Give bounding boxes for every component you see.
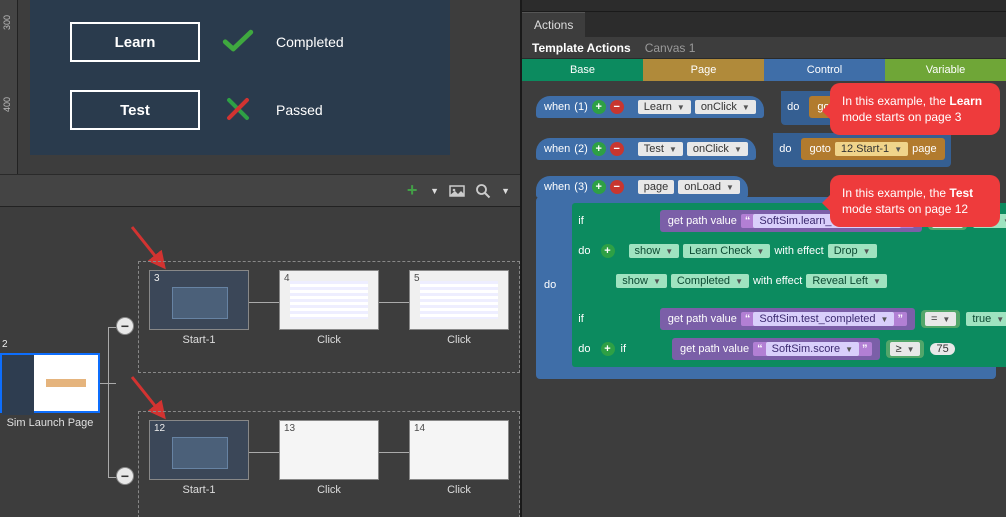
cat-variable[interactable]: Variable bbox=[885, 59, 1006, 81]
completed-label: Completed bbox=[276, 34, 344, 50]
remove-condition-icon[interactable]: − bbox=[610, 142, 624, 156]
page-thumb[interactable]: 14 Click bbox=[409, 420, 509, 496]
remove-condition-icon[interactable]: − bbox=[610, 180, 624, 194]
control-dropdown[interactable]: Learn▼ bbox=[638, 100, 691, 114]
event-dropdown[interactable]: onClick▼ bbox=[695, 100, 756, 114]
actions-subtabs: Template Actions Canvas 1 bbox=[522, 37, 1006, 59]
image-tool-icon[interactable] bbox=[449, 183, 465, 199]
subtab-template-actions[interactable]: Template Actions bbox=[532, 41, 631, 55]
test-button[interactable]: Test bbox=[70, 90, 200, 130]
canvas-toolstrip: + ▼ ▼ bbox=[0, 174, 520, 207]
get-path-value-block[interactable]: get path value “SoftSim.score▼” bbox=[672, 338, 880, 360]
page-number: 2 bbox=[2, 339, 8, 350]
cat-page[interactable]: Page bbox=[643, 59, 764, 81]
event-dropdown[interactable]: onLoad▼ bbox=[678, 180, 740, 194]
target-dropdown[interactable]: Learn Check▼ bbox=[683, 244, 770, 258]
page-label: Click bbox=[317, 484, 341, 496]
add-condition-icon[interactable]: + bbox=[592, 100, 606, 114]
page-label: Start-1 bbox=[182, 484, 215, 496]
annotation-callout: In this example, the Learn mode starts o… bbox=[830, 83, 1000, 135]
page-dropdown[interactable]: 12.Start-1▼ bbox=[835, 142, 908, 156]
canvas-preview-area: 300 400 Learn Completed Test bbox=[0, 0, 520, 174]
show-block[interactable]: show▼ Completed▼ with effect Reveal Left… bbox=[608, 270, 895, 292]
page-label: Click bbox=[447, 334, 471, 346]
effect-dropdown[interactable]: Reveal Left▼ bbox=[806, 274, 887, 288]
vertical-ruler: 300 400 bbox=[0, 0, 18, 174]
cat-control[interactable]: Control bbox=[764, 59, 885, 81]
branch-group: 3 Start-1 4 Click 5 Click bbox=[138, 261, 520, 373]
subtab-canvas1[interactable]: Canvas 1 bbox=[645, 41, 696, 55]
sim-launch-page-thumb[interactable]: 2 Sim Launch Page bbox=[0, 353, 100, 429]
target-dropdown[interactable]: page bbox=[638, 180, 674, 194]
page-thumb[interactable]: 13 Click bbox=[279, 420, 379, 496]
collapse-branch-icon[interactable]: − bbox=[116, 317, 134, 335]
value-dropdown[interactable]: true▼ bbox=[966, 312, 1006, 326]
annotation-callout: In this example, the Test mode starts on… bbox=[830, 175, 1000, 227]
chevron-down-icon[interactable]: ▼ bbox=[501, 186, 510, 196]
add-icon[interactable]: + bbox=[601, 342, 615, 356]
add-condition-icon[interactable]: + bbox=[592, 180, 606, 194]
gte-operator[interactable]: ≥▼ bbox=[886, 340, 925, 358]
when-block[interactable]: when (2) + − Test▼ onClick▼ do goto 12.S… bbox=[536, 133, 996, 167]
show-block[interactable]: show▼ Learn Check▼ with effect Drop▼ bbox=[621, 240, 885, 262]
storyboard-area: 2 Sim Launch Page − − bbox=[0, 207, 520, 517]
cat-base[interactable]: Base bbox=[522, 59, 643, 81]
collapse-branch-icon[interactable]: − bbox=[116, 467, 134, 485]
page-thumb[interactable]: 4 Click bbox=[279, 270, 379, 346]
branch-group: 12 Start-1 13 Click 14 Click bbox=[138, 411, 520, 517]
effect-dropdown[interactable]: Drop▼ bbox=[828, 244, 877, 258]
chevron-down-icon[interactable]: ▼ bbox=[430, 186, 439, 196]
checkmark-icon bbox=[222, 28, 254, 57]
page-thumb[interactable]: 3 Start-1 bbox=[149, 270, 249, 346]
goto-block[interactable]: goto 12.Start-1▼ page bbox=[801, 138, 944, 160]
add-condition-icon[interactable]: + bbox=[592, 142, 606, 156]
tab-actions[interactable]: Actions bbox=[522, 12, 585, 37]
page-label: Click bbox=[317, 334, 341, 346]
blocks-workspace[interactable]: In this example, the Learn mode starts o… bbox=[522, 81, 1006, 517]
page-thumb[interactable]: 12 Start-1 bbox=[149, 420, 249, 496]
zoom-icon[interactable] bbox=[475, 183, 491, 199]
page-thumb[interactable]: 5 Click bbox=[409, 270, 509, 346]
panel-tabs: Actions bbox=[522, 12, 1006, 37]
remove-condition-icon[interactable]: − bbox=[610, 100, 624, 114]
add-icon[interactable]: + bbox=[601, 244, 615, 258]
ruler-tick: 300 bbox=[2, 15, 12, 30]
x-icon bbox=[222, 96, 254, 125]
event-dropdown[interactable]: onClick▼ bbox=[687, 142, 748, 156]
control-dropdown[interactable]: Test▼ bbox=[638, 142, 683, 156]
passed-label: Passed bbox=[276, 102, 323, 118]
get-path-value-block[interactable]: get path value “SoftSim.test_completed▼” bbox=[660, 308, 915, 330]
ruler-tick: 400 bbox=[2, 97, 12, 112]
path-dropdown[interactable]: SoftSim.score▼ bbox=[766, 342, 859, 356]
add-icon[interactable]: + bbox=[404, 183, 420, 199]
equals-operator[interactable]: =▼ bbox=[921, 310, 960, 328]
block-categories: Base Page Control Variable bbox=[522, 59, 1006, 81]
page-label: Sim Launch Page bbox=[0, 417, 100, 429]
properties-strip bbox=[522, 0, 1006, 12]
page-label: Start-1 bbox=[182, 334, 215, 346]
path-dropdown[interactable]: SoftSim.test_completed▼ bbox=[753, 312, 894, 326]
target-dropdown[interactable]: Completed▼ bbox=[671, 274, 749, 288]
learn-button[interactable]: Learn bbox=[70, 22, 200, 62]
number-input[interactable]: 75 bbox=[930, 343, 954, 355]
page-label: Click bbox=[447, 484, 471, 496]
slide-canvas: Learn Completed Test Passed bbox=[30, 0, 450, 155]
